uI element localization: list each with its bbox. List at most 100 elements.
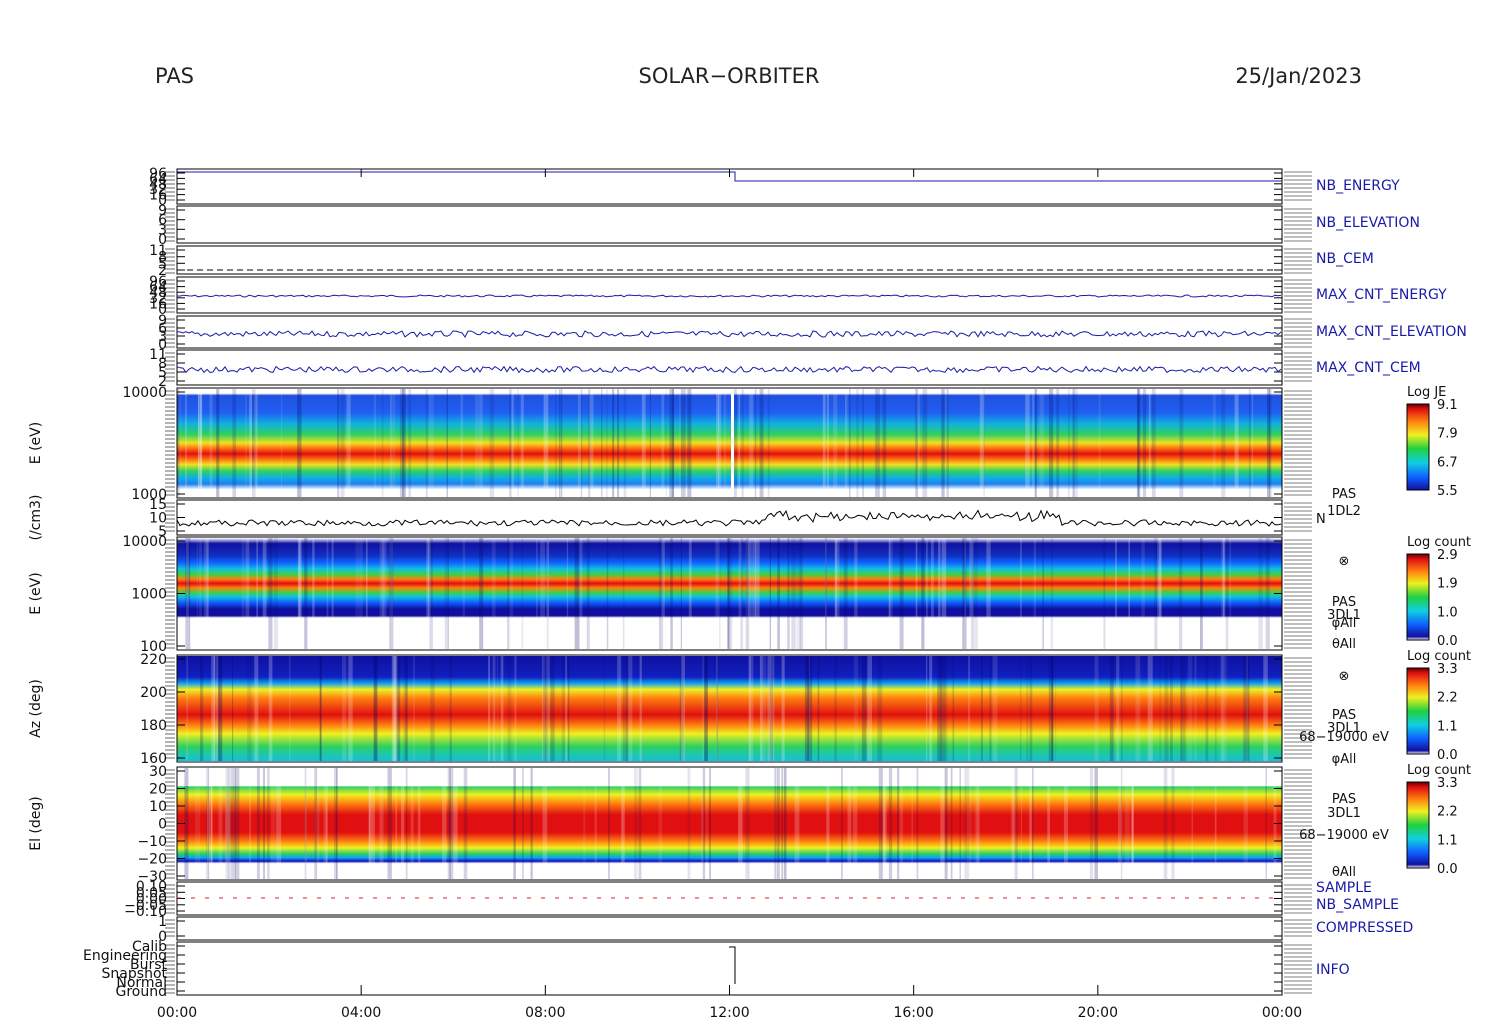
spectrogram-streak: [1056, 389, 1060, 497]
spectrogram-streak: [1089, 768, 1094, 879]
spectrogram-streak: [1205, 656, 1209, 761]
spectrogram-streak: [787, 538, 790, 649]
y-tick-label: 200: [140, 685, 167, 701]
y-tick-label: 1000: [131, 587, 167, 603]
spectrogram-streak: [1029, 768, 1032, 879]
spectrogram-streak: [207, 768, 209, 879]
spectrogram-streak: [634, 768, 638, 879]
panel-frame: [176, 315, 1283, 349]
spectrogram-streak: [492, 656, 496, 761]
spectrogram-streak: [926, 538, 928, 649]
spectrogram-streak: [496, 656, 499, 761]
spectrogram-streak: [589, 389, 594, 497]
spectrogram-streak: [1135, 656, 1141, 761]
spectrogram-streak: [267, 768, 270, 879]
spectrogram-streak: [489, 389, 495, 497]
x-tick-label: 16:00: [893, 1005, 933, 1020]
spectrogram-streak: [403, 656, 407, 761]
spectrogram-streak: [429, 389, 434, 497]
spectrogram-streak: [1050, 538, 1053, 649]
spectrogram-streak: [966, 768, 972, 879]
spectrogram-streak: [889, 538, 893, 649]
spectrogram-streak: [509, 389, 512, 497]
spectrogram-streak: [460, 389, 464, 497]
panel-side-label: ⊗: [1339, 669, 1350, 684]
spectrogram-streak: [1049, 389, 1054, 497]
spectrogram-streak: [1026, 656, 1029, 761]
spectrogram-streak: [1191, 768, 1194, 879]
y-axis-label: (/cm3): [28, 495, 44, 541]
spectrogram-streak: [849, 389, 851, 497]
panel-side-label: θAll: [1332, 637, 1356, 652]
y-axis-label: El (deg): [28, 796, 44, 851]
spectrogram-streak: [941, 538, 947, 649]
spectrogram-streak: [1029, 656, 1033, 761]
spectrogram-streak: [623, 656, 627, 761]
spectrogram-streak: [944, 768, 948, 879]
panel-side-label: 68−19000 eV: [1299, 730, 1389, 745]
spectrogram-streak: [373, 656, 377, 761]
x-tick-label: 20:00: [1078, 1005, 1118, 1020]
spectrogram-streak: [425, 389, 428, 497]
spectrogram-streak: [379, 768, 384, 879]
spectrogram-streak: [568, 656, 570, 761]
spectrogram-streak: [479, 538, 484, 649]
spectrogram-streak: [1098, 389, 1101, 497]
spectrogram-streak: [263, 768, 265, 879]
spectrogram-streak: [218, 768, 222, 879]
spectrogram-streak: [178, 389, 181, 497]
spectrogram-streak: [507, 656, 512, 761]
spectrogram-streak: [429, 538, 433, 649]
spectrogram-streak: [1170, 656, 1173, 761]
spectrogram-streak: [1164, 656, 1169, 761]
y-tick-label: 10000: [122, 385, 167, 401]
panel-side-label: 3DL1: [1327, 806, 1361, 821]
spectrogram-streak: [946, 389, 949, 497]
spectrogram-streak: [921, 538, 925, 649]
spectrogram-streak: [817, 656, 820, 761]
colorbar: [1406, 781, 1430, 869]
spectrogram-streak: [446, 389, 448, 497]
panel-sample: 0.100.050.00−0.05−0.10SAMPLENB_SAMPLE: [124, 879, 1399, 920]
spectrogram-streak: [1047, 768, 1050, 879]
spectrogram-streak: [1178, 538, 1183, 649]
panel-nb_cem: 11852NB_CEM: [149, 243, 1374, 279]
spectrogram-streak: [915, 538, 918, 649]
panel-max_cnt_energy: 96644832160MAX_CNT_ENERGY: [149, 274, 1447, 318]
spectrogram-streak: [1124, 768, 1130, 879]
spectrogram-streak: [186, 656, 188, 761]
spectrogram-streak: [245, 389, 247, 497]
spectrogram-streak: [878, 768, 883, 879]
spectrogram-streak: [320, 656, 322, 761]
x-tick-label: 00:00: [1262, 1005, 1302, 1020]
spectrogram-streak: [389, 538, 394, 649]
spectrogram-streak: [199, 538, 202, 649]
spectrogram-streak: [601, 389, 603, 497]
spectrogram-streak: [781, 768, 783, 879]
spectrogram-streak: [1242, 656, 1245, 761]
spectrogram-streak: [289, 656, 291, 761]
colorbar-tick-label: 0.0: [1437, 634, 1458, 649]
y-tick-label: 180: [140, 718, 167, 734]
spectrogram-streak: [1131, 768, 1134, 879]
colorbar-tick-label: 1.1: [1437, 719, 1458, 734]
spectrogram-streak: [234, 768, 240, 879]
colorbar-tick-label: 1.9: [1437, 577, 1458, 592]
spectrogram-streak: [777, 538, 780, 649]
spectrogram-streak: [964, 538, 966, 649]
panel-side-label: φAll: [1332, 616, 1357, 631]
spectrogram-streak: [875, 389, 880, 497]
spectrogram-streak: [521, 538, 524, 649]
spectrogram-fill: [177, 768, 1282, 879]
spectrogram-streak: [1225, 538, 1229, 649]
panel-frame: [176, 499, 1283, 536]
spectrogram-streak: [1094, 656, 1099, 761]
spectrogram-streak: [862, 389, 864, 497]
spectrogram-streak: [980, 656, 983, 761]
panel-side-label: θAll: [1332, 865, 1356, 880]
x-tick-label: 00:00: [157, 1005, 197, 1020]
spectrogram-streak: [1010, 768, 1016, 879]
spectrogram-streak: [1159, 656, 1161, 761]
spectrogram-streak: [401, 768, 405, 879]
spectrogram-streak: [738, 768, 743, 879]
